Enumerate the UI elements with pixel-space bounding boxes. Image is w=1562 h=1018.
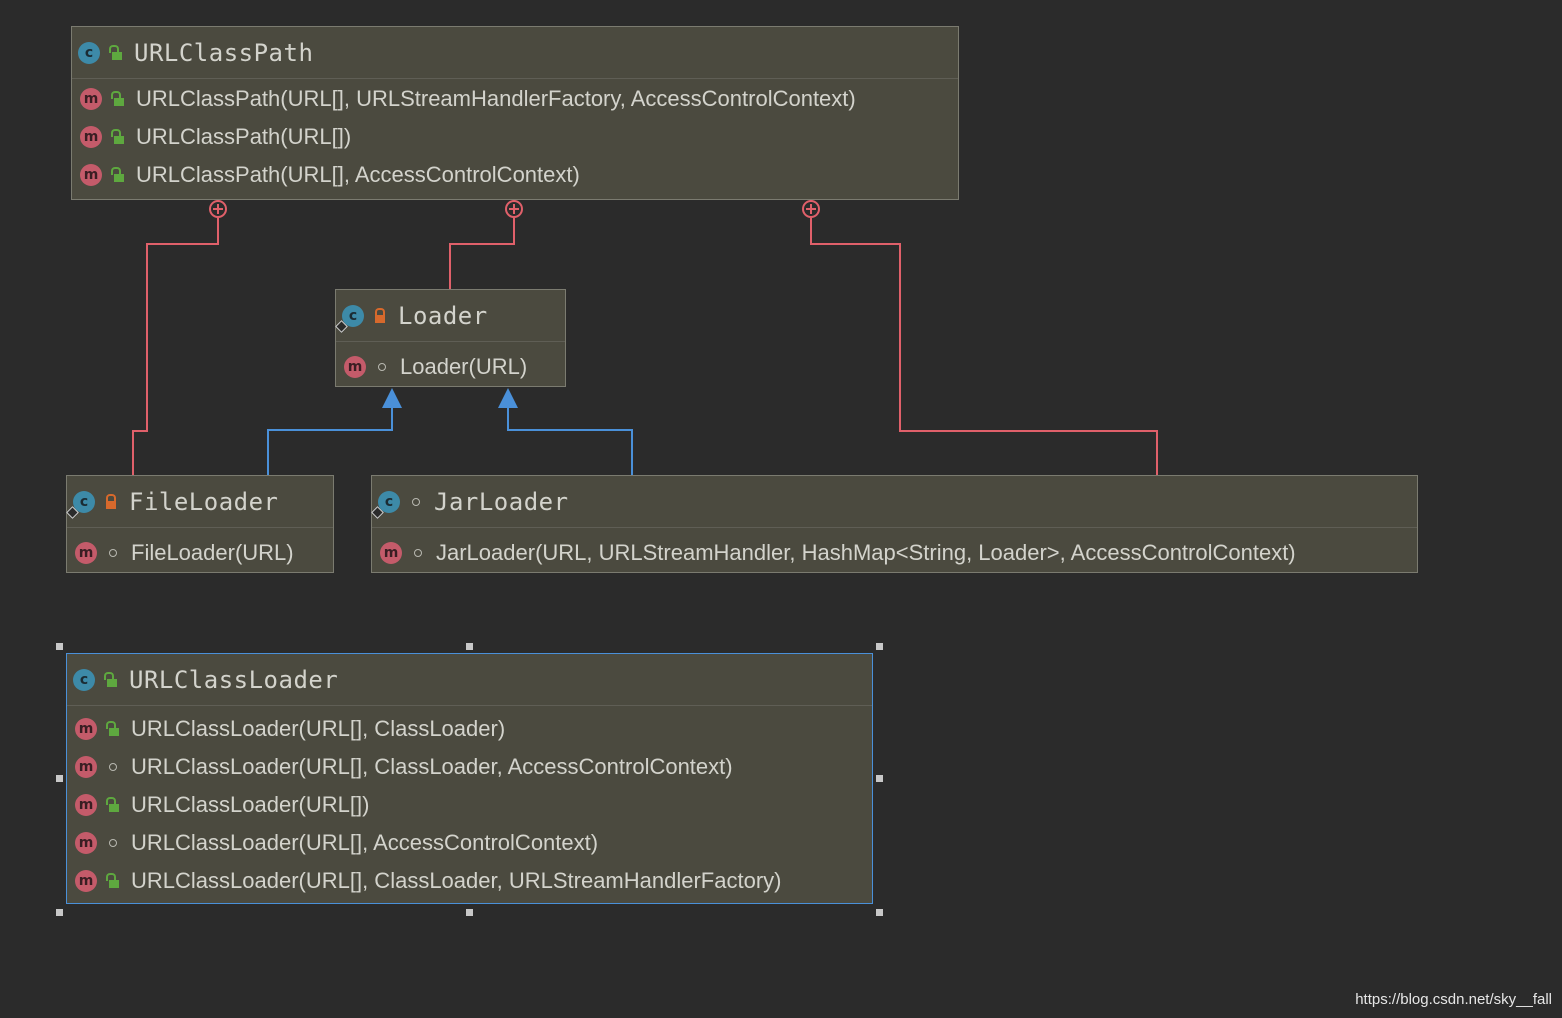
method-icon: m xyxy=(80,88,102,110)
member-row[interactable]: m URLClassPath(URL[], AccessControlConte… xyxy=(72,156,958,194)
class-name: Loader xyxy=(398,301,488,330)
resize-handle-top-left[interactable] xyxy=(56,643,63,650)
package-private-icon xyxy=(105,835,121,851)
resize-handle-left[interactable] xyxy=(56,775,63,782)
method-icon: m xyxy=(344,356,366,378)
class-header: c FileLoader xyxy=(67,476,333,528)
member-label: JarLoader(URL, URLStreamHandler, HashMap… xyxy=(436,540,1296,565)
public-lock-icon xyxy=(110,129,126,145)
member-label: FileLoader(URL) xyxy=(131,540,294,565)
package-private-icon xyxy=(105,759,121,775)
method-icon: m xyxy=(75,832,97,854)
public-lock-icon xyxy=(105,721,121,737)
class-name: JarLoader xyxy=(434,487,569,516)
class-icon: c xyxy=(78,41,100,64)
class-header: c JarLoader xyxy=(372,476,1417,528)
class-header: c URLClassLoader xyxy=(67,654,872,706)
member-row[interactable]: m URLClassPath(URL[], URLStreamHandlerFa… xyxy=(72,80,958,118)
member-row[interactable]: m FileLoader(URL) xyxy=(67,534,333,572)
inner-class-edge-loader[interactable] xyxy=(449,218,515,289)
inner-class-edge-jarloader[interactable] xyxy=(810,218,1158,475)
class-node-jarloader[interactable]: c JarLoader m JarLoader(URL, URLStreamHa… xyxy=(371,475,1418,573)
member-label: URLClassPath(URL[]) xyxy=(136,124,352,149)
class-name: FileLoader xyxy=(129,487,279,516)
inner-class-icon: c xyxy=(342,304,364,327)
private-lock-icon xyxy=(372,307,388,324)
class-node-fileloader[interactable]: c FileLoader m FileLoader(URL) xyxy=(66,475,334,573)
member-label: Loader(URL) xyxy=(400,354,528,379)
method-icon: m xyxy=(80,164,102,186)
member-label: URLClassLoader(URL[], AccessControlConte… xyxy=(131,830,599,855)
member-label: URLClassLoader(URL[]) xyxy=(131,792,370,817)
method-icon: m xyxy=(75,542,97,564)
package-private-icon xyxy=(374,359,390,375)
member-label: URLClassLoader(URL[], ClassLoader, URLSt… xyxy=(131,868,782,893)
member-row[interactable]: m URLClassLoader(URL[]) xyxy=(67,786,872,824)
resize-handle-bottom-left[interactable] xyxy=(56,909,63,916)
member-row[interactable]: m URLClassLoader(URL[], ClassLoader, URL… xyxy=(67,862,872,900)
public-lock-icon xyxy=(103,671,119,688)
member-label: URLClassPath(URL[], URLStreamHandlerFact… xyxy=(136,86,856,111)
private-lock-icon xyxy=(103,493,119,510)
package-private-icon xyxy=(408,494,424,510)
member-row[interactable]: m JarLoader(URL, URLStreamHandler, HashM… xyxy=(372,534,1417,572)
class-name: URLClassLoader xyxy=(129,665,339,694)
method-icon: m xyxy=(80,126,102,148)
extends-arrow-icon xyxy=(382,388,402,408)
method-icon: m xyxy=(75,718,97,740)
class-icon: c xyxy=(73,668,95,691)
extends-edge-jarloader[interactable] xyxy=(507,408,633,475)
class-node-loader[interactable]: c Loader m Loader(URL) xyxy=(335,289,566,387)
resize-handle-bottom[interactable] xyxy=(466,909,473,916)
member-label: URLClassLoader(URL[], ClassLoader, Acces… xyxy=(131,754,733,779)
extends-arrow-icon xyxy=(498,388,518,408)
package-private-icon xyxy=(410,545,426,561)
method-icon: m xyxy=(75,870,97,892)
inner-class-icon: c xyxy=(378,490,400,513)
member-label: URLClassLoader(URL[], ClassLoader) xyxy=(131,716,506,741)
public-lock-icon xyxy=(105,873,121,889)
class-node-urlclasspath[interactable]: c URLClassPath m URLClassPath(URL[], URL… xyxy=(71,26,959,200)
member-label: URLClassPath(URL[], AccessControlContext… xyxy=(136,162,580,187)
public-lock-icon xyxy=(110,91,126,107)
member-row[interactable]: m URLClassLoader(URL[], ClassLoader, Acc… xyxy=(67,748,872,786)
class-header: c URLClassPath xyxy=(72,27,958,79)
method-icon: m xyxy=(75,794,97,816)
resize-handle-top[interactable] xyxy=(466,643,473,650)
inner-class-edge-fileloader[interactable] xyxy=(132,218,219,475)
package-private-icon xyxy=(105,545,121,561)
member-row[interactable]: m Loader(URL) xyxy=(336,348,565,386)
public-lock-icon xyxy=(108,44,124,61)
member-row[interactable]: m URLClassLoader(URL[], AccessControlCon… xyxy=(67,824,872,862)
public-lock-icon xyxy=(105,797,121,813)
class-name: URLClassPath xyxy=(134,38,314,67)
resize-handle-right[interactable] xyxy=(876,775,883,782)
extends-edge-fileloader[interactable] xyxy=(267,408,393,475)
member-row[interactable]: m URLClassLoader(URL[], ClassLoader) xyxy=(67,710,872,748)
resize-handle-top-right[interactable] xyxy=(876,643,883,650)
method-icon: m xyxy=(75,756,97,778)
resize-handle-bottom-right[interactable] xyxy=(876,909,883,916)
class-node-urlclassloader[interactable]: c URLClassLoader m URLClassLoader(URL[],… xyxy=(66,653,873,904)
method-icon: m xyxy=(380,542,402,564)
member-row[interactable]: m URLClassPath(URL[]) xyxy=(72,118,958,156)
inner-class-icon: c xyxy=(73,490,95,513)
public-lock-icon xyxy=(110,167,126,183)
watermark-url: https://blog.csdn.net/sky__fall xyxy=(1355,991,1552,1008)
class-header: c Loader xyxy=(336,290,565,342)
